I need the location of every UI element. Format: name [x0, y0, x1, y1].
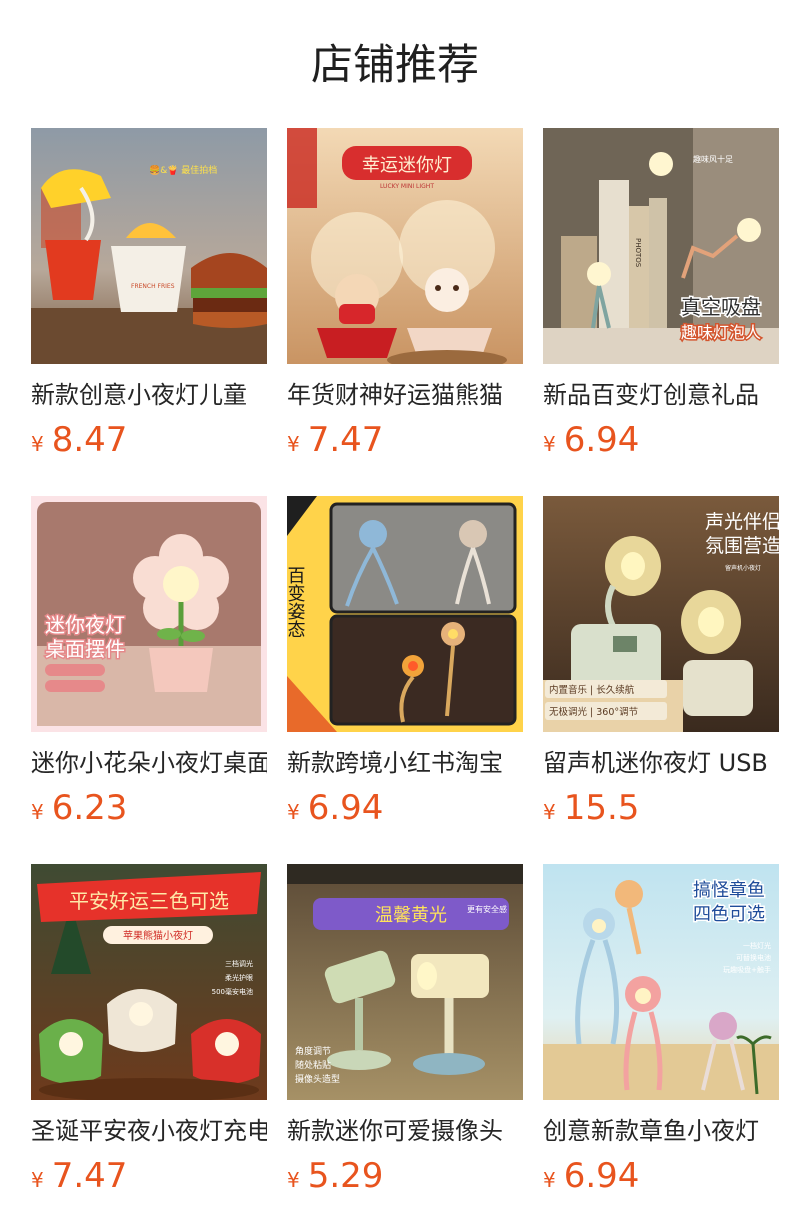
svg-text:留声机小夜灯: 留声机小夜灯 [725, 564, 761, 572]
octopus-lamp-image: 搞怪章鱼 四色可选 一档灯光 可替换电池 玩趣吸盘+触手 [543, 864, 779, 1100]
svg-text:LUCKY MINI LIGHT: LUCKY MINI LIGHT [380, 183, 434, 190]
product-card[interactable]: PHOTOS 趣味风十足 真空吸盘 趣味灯泡人 新品百变灯创意礼品 ¥6.94 [543, 128, 779, 462]
apple-panda-lamp-image: 平安好运三色可选 苹果熊猫小夜灯 三档调光 柔光护眼 500毫安电池 [31, 864, 267, 1100]
svg-text:内置音乐 | 长久续航: 内置音乐 | 长久续航 [549, 684, 635, 696]
svg-text:可替换电池: 可替换电池 [736, 953, 771, 962]
product-name[interactable]: 新品百变灯创意礼品 [543, 378, 779, 412]
product-name[interactable]: 新款创意小夜灯儿童 [31, 378, 267, 412]
product-name[interactable]: 年货财神好运猫熊猫 [287, 378, 523, 412]
svg-text:一档灯光: 一档灯光 [743, 941, 771, 950]
product-image[interactable]: 平安好运三色可选 苹果熊猫小夜灯 三档调光 柔光护眼 500毫安电池 [31, 864, 267, 1100]
svg-text:柔光护眼: 柔光护眼 [225, 973, 253, 982]
product-image[interactable]: 幸运迷你灯 LUCKY MINI LIGHT [287, 128, 523, 364]
svg-text:桌面摆件: 桌面摆件 [45, 637, 125, 661]
currency-symbol: ¥ [543, 432, 556, 456]
svg-text:角度调节: 角度调节 [295, 1045, 331, 1057]
svg-text:趣味风十足: 趣味风十足 [693, 154, 733, 164]
page-title: 店铺推荐 [310, 40, 479, 89]
product-price: ¥6.94 [287, 786, 523, 830]
gramophone-lamp-image: 声光伴侣 氛围营造 留声机小夜灯 内置音乐 | 长久续航 无极调光 | 360°… [543, 496, 779, 732]
currency-symbol: ¥ [287, 432, 300, 456]
product-card[interactable]: 温馨黄光 更有安全感 角度调节 随处粘贴 摄像头造型 新款迷你可爱摄像头 ¥5.… [287, 864, 523, 1198]
currency-symbol: ¥ [287, 800, 300, 824]
product-card[interactable]: 声光伴侣 氛围营造 留声机小夜灯 内置音乐 | 长久续航 无极调光 | 360°… [543, 496, 779, 830]
currency-symbol: ¥ [31, 1168, 44, 1192]
price-value: 8.47 [51, 420, 128, 460]
image-text: 🍔&🍟 最佳拍档 [149, 164, 217, 176]
svg-text:PHOTOS: PHOTOS [634, 238, 642, 268]
product-image[interactable]: 声光伴侣 氛围营造 留声机小夜灯 内置音乐 | 长久续航 无极调光 | 360°… [543, 496, 779, 732]
image-text: 真空吸盘 [681, 295, 761, 319]
svg-text:氛围营造: 氛围营造 [705, 535, 779, 557]
fries-burger-lamp-image: 🍔&🍟 最佳拍档 FRENCH FRIES [31, 128, 267, 364]
price-value: 6.94 [563, 420, 640, 460]
currency-symbol: ¥ [31, 800, 44, 824]
svg-text:三档调光: 三档调光 [225, 959, 253, 968]
product-image[interactable]: 迷你夜灯 桌面摆件 [31, 496, 267, 732]
currency-symbol: ¥ [31, 432, 44, 456]
image-text: 搞怪章鱼 [693, 880, 765, 901]
image-text: 迷你夜灯 [45, 613, 125, 637]
image-text: 幸运迷你灯 [362, 155, 452, 176]
product-name[interactable]: 留声机迷你夜灯 USB [543, 746, 779, 780]
product-price: ¥15.5 [543, 786, 779, 830]
svg-text:玩趣吸盘+触手: 玩趣吸盘+触手 [723, 965, 771, 974]
product-price: ¥7.47 [31, 1154, 267, 1198]
price-value: 6.23 [51, 788, 128, 828]
svg-text:苹果熊猫小夜灯: 苹果熊猫小夜灯 [123, 929, 193, 942]
product-price: ¥6.94 [543, 418, 779, 462]
currency-symbol: ¥ [287, 1168, 300, 1192]
product-card[interactable]: 搞怪章鱼 四色可选 一档灯光 可替换电池 玩趣吸盘+触手 创意新款章鱼小夜灯 ¥… [543, 864, 779, 1198]
currency-symbol: ¥ [543, 800, 556, 824]
svg-text:摄像头造型: 摄像头造型 [295, 1073, 340, 1085]
product-card[interactable]: 迷你夜灯 桌面摆件 迷你小花朵小夜灯桌面 ¥6.23 [31, 496, 267, 830]
product-name[interactable]: 新款迷你可爱摄像头 [287, 1114, 523, 1148]
product-price: ¥8.47 [31, 418, 267, 462]
product-image[interactable]: 温馨黄光 更有安全感 角度调节 随处粘贴 摄像头造型 [287, 864, 523, 1100]
svg-text:随处粘贴: 随处粘贴 [295, 1059, 331, 1071]
price-value: 7.47 [51, 1156, 128, 1196]
svg-text:趣味灯泡人: 趣味灯泡人 [681, 323, 761, 342]
lucky-mini-light-image: 幸运迷你灯 LUCKY MINI LIGHT [287, 128, 523, 364]
bulb-people-image: PHOTOS 趣味风十足 真空吸盘 趣味灯泡人 [543, 128, 779, 364]
price-value: 5.29 [307, 1156, 384, 1196]
bendy-camera-lamp-image: 百变姿态 [287, 496, 523, 732]
price-value: 7.47 [307, 420, 384, 460]
product-price: ¥7.47 [287, 418, 523, 462]
product-price: ¥6.23 [31, 786, 267, 830]
flower-lamp-image: 迷你夜灯 桌面摆件 [31, 496, 267, 732]
image-text: 百变姿态 [287, 566, 306, 638]
product-image[interactable]: PHOTOS 趣味风十足 真空吸盘 趣味灯泡人 [543, 128, 779, 364]
product-image[interactable]: 百变姿态 [287, 496, 523, 732]
product-name[interactable]: 创意新款章鱼小夜灯 [543, 1114, 779, 1148]
svg-text:FRENCH FRIES: FRENCH FRIES [131, 283, 175, 290]
currency-symbol: ¥ [543, 1168, 556, 1192]
product-name[interactable]: 迷你小花朵小夜灯桌面 [31, 746, 267, 780]
image-text: 温馨黄光 [375, 905, 447, 926]
product-image[interactable]: 搞怪章鱼 四色可选 一档灯光 可替换电池 玩趣吸盘+触手 [543, 864, 779, 1100]
product-image[interactable]: 🍔&🍟 最佳拍档 FRENCH FRIES [31, 128, 267, 364]
product-price: ¥6.94 [543, 1154, 779, 1198]
price-value: 6.94 [563, 1156, 640, 1196]
svg-text:四色可选: 四色可选 [693, 904, 765, 925]
price-value: 15.5 [563, 788, 640, 828]
svg-text:500毫安电池: 500毫安电池 [212, 987, 253, 996]
product-card[interactable]: 🍔&🍟 最佳拍档 FRENCH FRIES 新款创意小夜灯儿童 ¥8.47 [31, 128, 267, 462]
product-card[interactable]: 平安好运三色可选 苹果熊猫小夜灯 三档调光 柔光护眼 500毫安电池 圣诞平安夜… [31, 864, 267, 1198]
product-card[interactable]: 百变姿态 新款跨境小红书淘宝 ¥6.94 [287, 496, 523, 830]
price-value: 6.94 [307, 788, 384, 828]
image-text: 平安好运三色可选 [69, 889, 229, 913]
image-text: 声光伴侣 [705, 511, 779, 533]
product-card[interactable]: 幸运迷你灯 LUCKY MINI LIGHT 年货财神好运猫熊猫 ¥7.47 [287, 128, 523, 462]
camera-lamp-image: 温馨黄光 更有安全感 角度调节 随处粘贴 摄像头造型 [287, 864, 523, 1100]
svg-text:无极调光 | 360°调节: 无极调光 | 360°调节 [549, 706, 638, 718]
svg-text:更有安全感: 更有安全感 [467, 904, 507, 914]
product-name[interactable]: 圣诞平安夜小夜灯充电 [31, 1114, 267, 1148]
product-price: ¥5.29 [287, 1154, 523, 1198]
product-name[interactable]: 新款跨境小红书淘宝 [287, 746, 523, 780]
